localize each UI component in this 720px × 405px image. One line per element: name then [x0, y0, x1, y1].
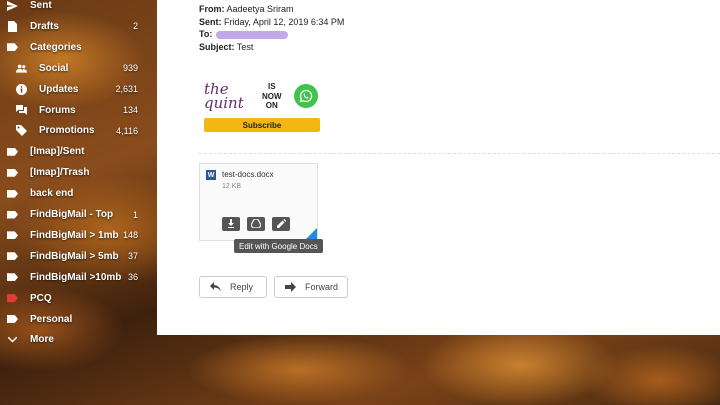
now-on-line-1: IS: [268, 82, 276, 91]
sidebar-item-count: 939: [122, 63, 138, 74]
sidebar-item-label: More: [30, 334, 54, 346]
subject-value: Test: [236, 41, 254, 52]
is-now-on-text: IS NOW ON: [262, 82, 282, 111]
logo-line-2: quint: [204, 94, 244, 112]
to-key: To:: [199, 29, 213, 39]
sidebar-item-label: Forums: [39, 104, 76, 116]
attachment-card[interactable]: W test-docs.docx 12 KB: [199, 163, 318, 241]
download-button[interactable]: [222, 217, 240, 231]
edit-with-docs-button[interactable]: [272, 217, 290, 231]
updates-icon: [16, 83, 27, 95]
from-key: From:: [199, 4, 225, 14]
promo-banner[interactable]: the quint IS NOW ON Subscribe: [204, 80, 320, 132]
subject-key: Subject:: [199, 41, 235, 52]
download-icon: [227, 215, 235, 233]
label-icon: [7, 272, 18, 283]
email-content: From: Aadeetya Sriram Sent: Friday, Apri…: [157, 0, 720, 335]
label-icon: [7, 293, 18, 304]
sidebar-item-label: FindBigMail - Top: [30, 209, 114, 220]
sidebar-item-count: 2,631: [115, 84, 138, 95]
reply-label: Reply: [230, 282, 254, 292]
forward-button[interactable]: Forward: [274, 276, 348, 298]
sidebar-item-label: [Imap]/Trash: [30, 167, 90, 179]
sidebar-item-label: FindBigMail > 1mb: [30, 229, 119, 241]
sidebar-item-label: Updates: [39, 83, 79, 95]
sidebar-item-label: Social: [39, 62, 69, 74]
sidebar-item-categories[interactable]: Categories: [0, 37, 152, 58]
sidebar-item-count: 36: [127, 272, 138, 283]
sidebar-item-count: 4,116: [116, 125, 138, 136]
label-icon: [7, 314, 18, 325]
subscribe-button[interactable]: Subscribe: [204, 118, 320, 132]
edit-tooltip: Edit with Google Docs: [234, 239, 323, 253]
sidebar-item-findbigmail-10mb[interactable]: FindBigMail >10mb 36: [0, 267, 152, 288]
pencil-icon: [276, 215, 286, 233]
sidebar-item-pcq[interactable]: PCQ: [0, 288, 152, 309]
sidebar-item-drafts[interactable]: Drafts 2: [0, 16, 152, 37]
save-to-drive-button[interactable]: [247, 217, 265, 231]
sidebar-item-label: FindBigMail > 5mb: [30, 250, 119, 262]
sidebar-item-label: Promotions: [39, 125, 95, 137]
sidebar-item-back-end[interactable]: back end: [0, 183, 152, 204]
sidebar-item-count: 148: [122, 230, 138, 241]
label-icon: [7, 188, 18, 199]
reply-icon: [210, 282, 221, 294]
now-on-line-2: NOW: [262, 91, 282, 101]
sidebar-item-count: 2: [132, 21, 138, 32]
sidebar-item-label: Categories: [30, 41, 82, 53]
attachment-name: test-docs.docx: [222, 170, 274, 179]
sidebar: Sent Drafts 2 Categories Social 939 Updates 2,6…: [0, 0, 152, 405]
categories-icon: [7, 42, 18, 53]
sidebar-item-findbigmail-1mb[interactable]: FindBigMail > 1mb 148: [0, 225, 152, 246]
sidebar-item-label: FindBigMail >10mb: [30, 271, 122, 283]
divider: [199, 153, 720, 154]
sidebar-item-count: 134: [122, 105, 138, 115]
label-icon: [7, 146, 18, 157]
redacted-recipient: [216, 30, 289, 39]
sidebar-item-label: Drafts: [30, 20, 59, 32]
word-file-icon: W: [206, 170, 216, 180]
sidebar-item-label: [Imap]/Sent: [30, 146, 85, 158]
forward-label: Forward: [305, 282, 339, 292]
label-icon: [7, 251, 18, 262]
sidebar-item-social[interactable]: Social 939: [0, 58, 152, 79]
sidebar-item-imap-trash[interactable]: [Imap]/Trash: [0, 162, 152, 183]
attachment-size: 12 KB: [222, 183, 242, 190]
chevron-down-icon: [7, 334, 18, 345]
now-on-line-3: ON: [265, 101, 278, 110]
forums-icon: [16, 105, 27, 116]
sidebar-item-forums[interactable]: Forums 134: [0, 100, 152, 121]
sidebar-item-label: back end: [30, 188, 74, 200]
label-icon: [7, 209, 18, 220]
sidebar-item-sent[interactable]: Sent: [0, 0, 152, 16]
sidebar-item-personal[interactable]: Personal: [0, 309, 152, 330]
sidebar-item-updates[interactable]: Updates 2,631: [0, 79, 152, 100]
label-icon: [7, 167, 18, 178]
from-value: Aadeetya Sriram: [226, 4, 294, 14]
sidebar-item-more[interactable]: More: [0, 329, 152, 350]
sent-icon: [7, 0, 18, 11]
drive-icon: [250, 215, 262, 233]
sidebar-item-label: Personal: [30, 313, 73, 325]
email-header: From: Aadeetya Sriram Sent: Friday, Apri…: [199, 3, 344, 53]
sidebar-item-count: 37: [127, 251, 138, 262]
reply-button[interactable]: Reply: [199, 276, 267, 298]
sidebar-item-label: Sent: [30, 0, 52, 11]
whatsapp-icon: [294, 84, 318, 108]
forward-icon: [285, 282, 296, 294]
sidebar-item-findbigmail-5mb[interactable]: FindBigMail > 5mb 37: [0, 246, 152, 267]
sent-value: Friday, April 12, 2019 6:34 PM: [224, 16, 345, 27]
sidebar-item-promotions[interactable]: Promotions 4,116: [0, 120, 152, 141]
sent-key: Sent:: [199, 16, 222, 27]
promotions-icon: [16, 125, 27, 137]
sidebar-item-imap-sent[interactable]: [Imap]/Sent: [0, 141, 152, 162]
drafts-icon: [7, 20, 18, 32]
the-quint-logo: the quint: [204, 82, 244, 112]
social-icon: [16, 63, 27, 74]
label-icon: [7, 230, 18, 241]
sidebar-item-label: PCQ: [30, 292, 52, 304]
sidebar-item-count: 1: [132, 209, 138, 220]
sidebar-item-findbigmail-top[interactable]: FindBigMail - Top 1: [0, 204, 152, 225]
